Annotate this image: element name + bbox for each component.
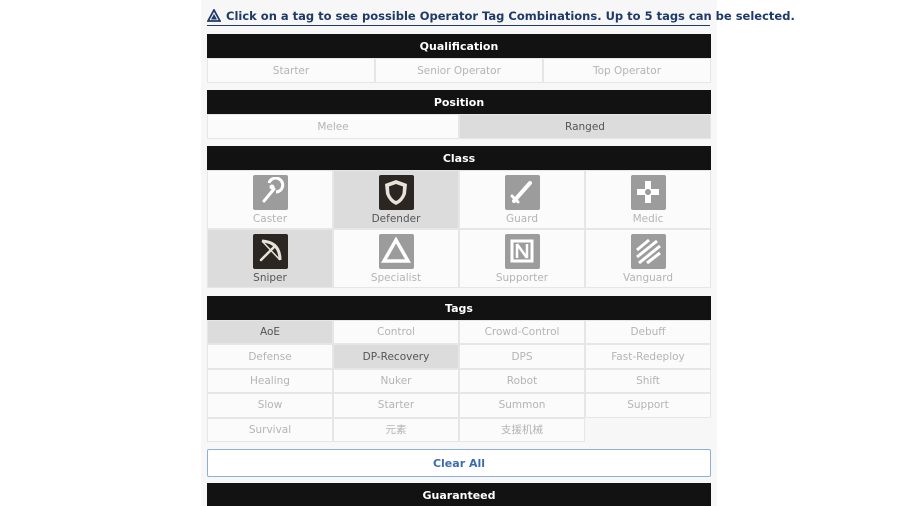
info-notice: Click on a tag to see possible Operator … bbox=[207, 8, 795, 26]
class-label: Medic bbox=[632, 212, 664, 225]
specialist-icon bbox=[378, 233, 414, 269]
tag-option-dps[interactable]: DPS bbox=[459, 344, 585, 369]
class-header: Class bbox=[207, 146, 711, 170]
class-option-supporter[interactable]: Supporter bbox=[459, 229, 585, 288]
tag-option-support-machine[interactable]: 支援机械 bbox=[459, 417, 585, 442]
notice-text: Click on a tag to see possible Operator … bbox=[226, 8, 795, 23]
guaranteed-header: Guaranteed bbox=[207, 483, 711, 506]
class-option-specialist[interactable]: Specialist bbox=[333, 229, 459, 288]
class-option-medic[interactable]: Medic bbox=[585, 170, 711, 229]
tag-option-fast-redeploy[interactable]: Fast-Redeploy bbox=[585, 344, 711, 369]
medic-icon bbox=[630, 174, 666, 210]
vanguard-icon bbox=[630, 233, 666, 269]
class-label: Caster bbox=[252, 212, 288, 225]
sniper-icon bbox=[252, 233, 288, 269]
class-option-sniper[interactable]: Sniper bbox=[207, 229, 333, 288]
position-section: Position Melee Ranged bbox=[207, 90, 711, 139]
tag-empty-slot bbox=[585, 418, 711, 442]
guaranteed-section: Guaranteed bbox=[207, 483, 711, 506]
defender-icon bbox=[378, 174, 414, 210]
qualification-option-senior-operator[interactable]: Senior Operator bbox=[375, 58, 543, 83]
caster-icon bbox=[252, 174, 288, 210]
tag-option-starter[interactable]: Starter bbox=[333, 393, 459, 418]
tag-option-summon[interactable]: Summon bbox=[459, 393, 585, 418]
clear-all-button[interactable]: Clear All bbox=[207, 449, 711, 477]
class-label: Vanguard bbox=[622, 271, 673, 284]
tag-option-healing[interactable]: Healing bbox=[207, 368, 333, 394]
tag-option-support[interactable]: Support bbox=[585, 393, 711, 418]
tag-option-defense[interactable]: Defense bbox=[207, 344, 333, 369]
position-option-melee[interactable]: Melee bbox=[207, 114, 459, 139]
tag-option-shift[interactable]: Shift bbox=[585, 368, 711, 394]
warning-icon bbox=[207, 9, 221, 22]
tags-header: Tags bbox=[207, 296, 711, 320]
supporter-icon bbox=[504, 233, 540, 269]
class-option-defender[interactable]: Defender bbox=[333, 170, 459, 229]
qualification-header: Qualification bbox=[207, 34, 711, 58]
tag-option-debuff[interactable]: Debuff bbox=[585, 320, 711, 345]
class-option-guard[interactable]: Guard bbox=[459, 170, 585, 229]
position-header: Position bbox=[207, 90, 711, 114]
class-label: Sniper bbox=[253, 271, 287, 284]
position-option-ranged[interactable]: Ranged bbox=[459, 114, 711, 139]
tag-option-crowd-control[interactable]: Crowd-Control bbox=[459, 320, 585, 345]
tag-option-dp-recovery[interactable]: DP-Recovery bbox=[333, 344, 459, 369]
tag-option-nuker[interactable]: Nuker bbox=[333, 368, 459, 394]
qualification-section: Qualification Starter Senior Operator To… bbox=[207, 34, 711, 83]
tag-option-survival[interactable]: Survival bbox=[207, 417, 333, 442]
guard-icon bbox=[504, 174, 540, 210]
class-section: Class Caster Defender Guard Medic Sniper… bbox=[207, 146, 711, 288]
class-label: Defender bbox=[371, 212, 421, 225]
class-option-caster[interactable]: Caster bbox=[207, 170, 333, 229]
tag-option-aoe[interactable]: AoE bbox=[207, 320, 333, 345]
tag-option-elemental[interactable]: 元素 bbox=[333, 417, 459, 442]
tags-section: Tags AoE Control Crowd-Control Debuff De… bbox=[207, 296, 711, 442]
class-label: Specialist bbox=[370, 271, 422, 284]
tag-option-control[interactable]: Control bbox=[333, 320, 459, 345]
class-label: Supporter bbox=[495, 271, 549, 284]
tag-option-slow[interactable]: Slow bbox=[207, 393, 333, 418]
qualification-option-starter[interactable]: Starter bbox=[207, 58, 375, 83]
tag-option-robot[interactable]: Robot bbox=[459, 368, 585, 394]
qualification-option-top-operator[interactable]: Top Operator bbox=[543, 58, 711, 83]
class-option-vanguard[interactable]: Vanguard bbox=[585, 229, 711, 288]
class-label: Guard bbox=[505, 212, 539, 225]
